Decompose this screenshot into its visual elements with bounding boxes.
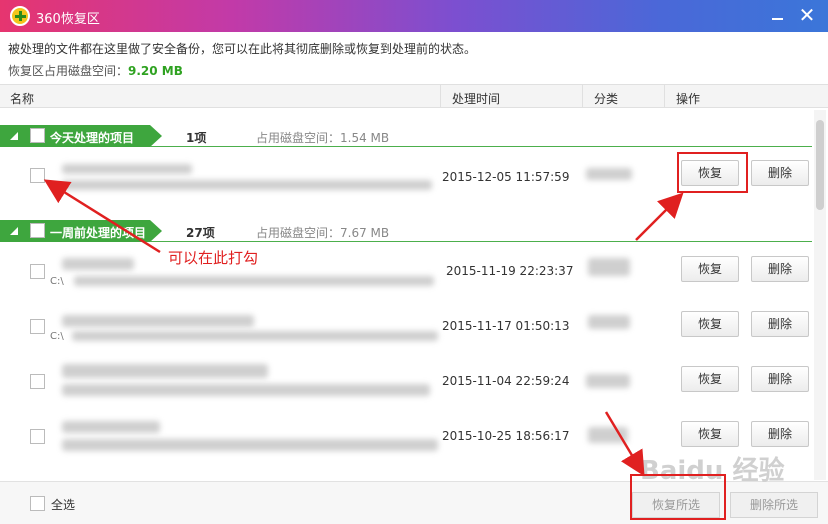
annotation-text: 可以在此打勾	[168, 249, 259, 267]
arrow-to-checkbox	[43, 179, 161, 254]
arrow-to-restore-selected	[604, 411, 645, 477]
annotation-arrows	[43, 179, 684, 477]
arrow-to-restore	[635, 192, 684, 241]
